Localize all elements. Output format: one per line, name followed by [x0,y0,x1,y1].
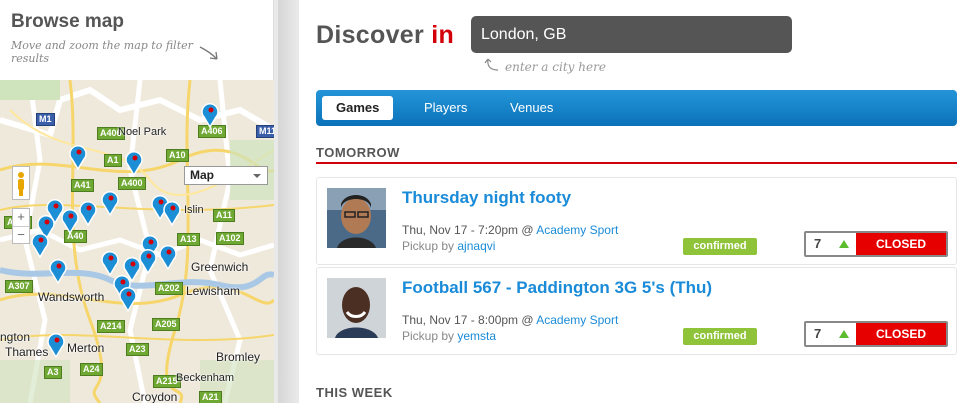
pickup-line: Pickup by ajnaqvi [402,239,495,253]
map-pin-icon[interactable] [158,244,178,270]
road-label: A23 [126,343,149,356]
section-tomorrow: TOMORROW [316,145,400,160]
place-label: Thames [5,345,49,359]
road-label: A400 [118,177,146,190]
road-label: A1 [104,154,122,167]
map-type-select[interactable]: Map [184,166,268,185]
discover-panel: Discover in enter a city here Games Play… [299,0,973,403]
map-pin-icon[interactable] [78,200,98,226]
road-label: M11 [256,125,274,138]
closed-badge: CLOSED [856,233,946,255]
zoom-control: + − [12,208,30,244]
road-label: A307 [5,280,33,293]
chevron-down-icon [253,174,261,178]
map-pin-icon[interactable] [124,150,144,176]
road-label: A202 [155,282,183,295]
game-status[interactable]: 7 CLOSED [804,321,948,347]
map-pin-icon[interactable] [60,208,80,234]
player-count: 7 [814,236,822,251]
in-label: in [431,21,455,49]
place-label: Greenwich [191,260,249,274]
pegman-icon[interactable] [12,166,30,200]
zoom-in-button[interactable]: + [13,209,29,226]
pickup-label: Pickup by [402,329,455,343]
browse-map-panel: Browse map Move and zoom the map to filt… [0,0,274,403]
organizer-link[interactable]: ajnaqvi [457,239,495,253]
game-title-link[interactable]: Football 567 - Paddington 3G 5's (Thu) [402,278,712,298]
map-pin-icon[interactable] [100,190,120,216]
road-label: A3 [44,366,62,379]
road-label: A102 [216,232,244,245]
place-label: Beckenham [176,372,235,384]
road-label: A21 [199,391,222,403]
map-pin-icon[interactable] [118,286,138,312]
browse-map-title: Browse map [11,11,124,32]
game-status[interactable]: 7 CLOSED [804,231,948,257]
panel-divider [278,0,298,403]
venue-link[interactable]: Academy Sport [536,223,618,237]
avatar [327,188,386,248]
map-type-label: Map [190,168,214,182]
road-label: A41 [71,179,94,192]
game-card: Football 567 - Paddington 3G 5's (Thu) T… [316,267,957,355]
tab-players[interactable]: Players [410,96,481,120]
page-title: Discover in [316,21,454,50]
road-label: A10 [166,149,189,162]
place-label: Islin [184,204,204,216]
confirmed-badge: confirmed [683,328,757,345]
map-pin-icon[interactable] [46,332,66,358]
player-count: 7 [814,326,822,341]
place-label: Lewisham [186,284,241,298]
tab-bar: Games Players Venues [316,90,957,126]
road-label: A13 [177,233,200,246]
game-datetime-text: Thu, Nov 17 - 7:20pm @ [402,223,534,237]
game-datetime-text: Thu, Nov 17 - 8:00pm @ [402,313,534,327]
closed-badge: CLOSED [856,323,946,345]
map[interactable]: M1 A406 A1 A10 A41 A400 A406 A40 A11 A13… [0,80,274,403]
road-label: A214 [97,320,125,333]
place-label: ngton [0,330,31,344]
zoom-out-button[interactable]: − [13,226,29,243]
game-datetime: Thu, Nov 17 - 8:00pm @ Academy Sport [402,313,618,327]
map-pin-icon[interactable] [200,102,220,128]
pickup-label: Pickup by [402,239,455,253]
place-label: Noel Park [118,126,167,138]
road-label: A205 [152,318,180,331]
tab-venues[interactable]: Venues [496,96,567,120]
hint-arrow-icon [484,58,499,71]
confirmed-badge: confirmed [683,238,757,255]
venue-link[interactable]: Academy Sport [536,313,618,327]
place-label: Bromley [216,350,261,364]
map-pin-icon[interactable] [100,250,120,276]
map-pin-icon[interactable] [48,258,68,284]
organizer-link[interactable]: yemsta [457,329,496,343]
pickup-line: Pickup by yemsta [402,329,496,343]
road-label: M1 [36,113,55,126]
map-pin-icon[interactable] [30,232,50,258]
browse-map-subtitle: Move and zoom the map to filter results [11,39,193,65]
city-input[interactable] [471,16,792,53]
game-datetime: Thu, Nov 17 - 7:20pm @ Academy Sport [402,223,618,237]
map-pin-icon[interactable] [68,144,88,170]
road-label: A24 [80,363,103,376]
section-this-week: THIS WEEK [316,385,393,400]
discover-label: Discover [316,21,425,49]
hint-arrow-icon [199,46,218,60]
place-label: Croydon [132,390,178,403]
arrow-up-icon [839,330,849,338]
game-card: Thursday night footy Thu, Nov 17 - 7:20p… [316,177,957,265]
section-divider [316,162,957,164]
map-pin-icon[interactable] [162,200,182,226]
game-title-link[interactable]: Thursday night footy [402,188,571,208]
avatar [327,278,386,338]
road-label: A11 [213,209,236,222]
place-label: Wandsworth [38,290,105,304]
tab-games[interactable]: Games [322,96,394,120]
city-hint: enter a city here [505,60,606,74]
arrow-up-icon [839,240,849,248]
place-label: Merton [67,341,105,355]
